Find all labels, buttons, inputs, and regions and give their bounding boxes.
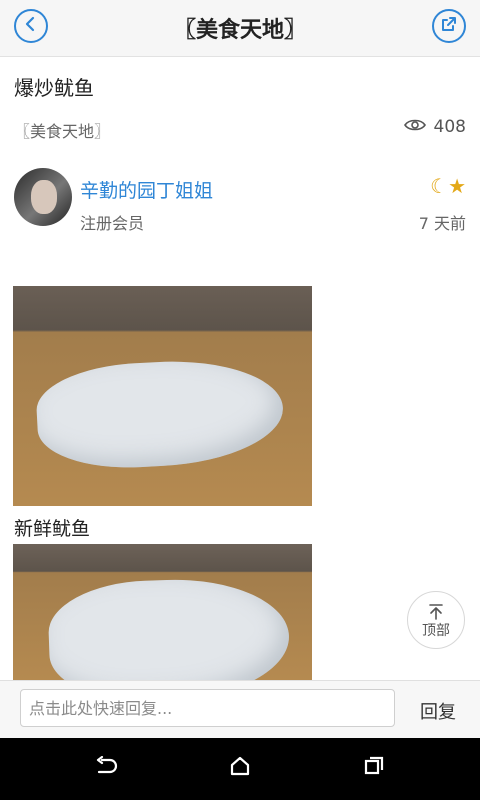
moon-badge-icon: ☾ — [430, 174, 449, 198]
star-badge-icon: ★ — [448, 174, 466, 198]
arrow-up-icon — [427, 603, 445, 624]
user-badges: ☾★ — [430, 174, 466, 198]
recent-apps-button[interactable] — [356, 753, 392, 783]
back-nav-icon — [94, 755, 118, 780]
home-icon — [229, 755, 251, 781]
home-nav-button[interactable] — [222, 753, 258, 783]
post-title: 爆炒鱿鱼 — [14, 76, 94, 100]
author-role: 注册会员 — [80, 214, 145, 233]
reply-button[interactable]: 回复 — [420, 698, 456, 724]
avatar[interactable] — [14, 168, 72, 226]
page-title: 〖美食天地〗 — [173, 18, 306, 43]
author-name[interactable]: 辛勤的园丁姐姐 — [80, 176, 213, 203]
top-bar: 〖美食天地〗 — [0, 0, 480, 57]
back-to-top-label: 顶部 — [422, 622, 450, 639]
squid-image-content — [34, 355, 286, 473]
views-value: 408 — [433, 117, 466, 137]
post-image-1[interactable] — [13, 286, 312, 506]
eye-icon — [403, 117, 426, 137]
post-time: 7 天前 — [418, 214, 466, 233]
author-row[interactable]: 辛勤的园丁姐姐 注册会员 ☾★ 7 天前 — [14, 168, 466, 233]
forum-tag[interactable]: 〖美食天地〗 — [14, 118, 110, 142]
squid-image-content — [46, 575, 292, 680]
share-icon — [440, 15, 458, 37]
back-to-top-button[interactable]: 顶部 — [407, 591, 465, 649]
image-caption: 新鲜鱿鱼 — [14, 518, 91, 540]
post-image-2[interactable] — [13, 544, 312, 680]
back-nav-button[interactable] — [88, 753, 124, 783]
system-navigation-bar — [0, 738, 480, 800]
share-button[interactable] — [432, 9, 466, 43]
reply-input[interactable] — [20, 689, 395, 727]
reply-bar: 回复 — [0, 680, 480, 739]
views-count: 408 — [403, 117, 466, 137]
recent-apps-icon — [363, 755, 385, 781]
